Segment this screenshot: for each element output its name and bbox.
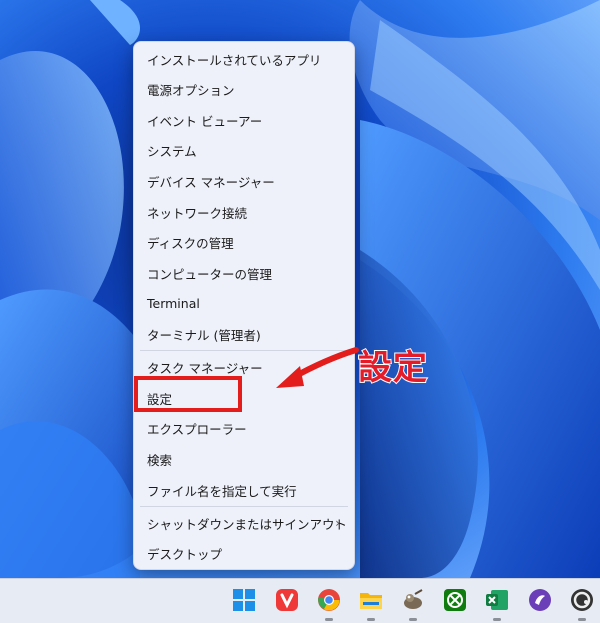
menu-item-installed-apps[interactable]: インストールされているアプリ [134,44,354,74]
app-purple-icon[interactable] [527,587,553,613]
menu-item-system[interactable]: システム [134,135,354,165]
menu-item-file-explorer[interactable]: エクスプローラー [134,413,354,443]
active-indicator [578,618,586,621]
menu-item-label: デスクトップ [147,546,223,562]
xbox-icon[interactable] [442,587,468,613]
menu-item-label: コンピューターの管理 [147,266,273,282]
menu-item-device-manager[interactable]: デバイス マネージャー [134,166,354,196]
menu-item-label: システム [147,143,197,159]
menu-item-label: ファイル名を指定して実行 [147,483,297,499]
menu-item-label: シャットダウンまたはサインアウト [147,516,348,532]
menu-item-terminal[interactable]: Terminal [134,288,354,318]
menu-item-label: デバイス マネージャー [147,174,275,190]
menu-item-label: Terminal [147,295,200,311]
menu-item-network-connections[interactable]: ネットワーク接続 [134,197,354,227]
gimp-icon[interactable] [400,587,426,613]
chrome-icon[interactable] [316,587,342,613]
active-indicator [493,618,501,621]
menu-item-label: 電源オプション [147,82,235,98]
menu-item-label: インストールされているアプリ [147,52,322,68]
chevron-right-icon: › [335,516,340,530]
menu-item-shutdown-signout[interactable]: シャットダウンまたはサインアウト › [134,508,354,538]
active-indicator [367,618,375,621]
excel-icon[interactable] [484,587,510,613]
vivaldi-icon[interactable] [274,587,300,613]
red-arrow-icon [276,347,359,388]
active-indicator [409,618,417,621]
menu-item-event-viewer[interactable]: イベント ビューアー [134,105,354,135]
menu-separator [140,506,348,507]
settings-highlight-box [134,376,242,412]
active-indicator [325,618,333,621]
settings-annotation-label: 設定 [357,347,428,389]
menu-item-search[interactable]: 検索 [134,444,354,474]
menu-item-disk-management[interactable]: ディスクの管理 [134,227,354,257]
menu-item-label: 検索 [147,452,173,468]
menu-item-desktop[interactable]: デスクトップ [134,538,354,568]
taskbar [0,578,600,623]
menu-item-power-options[interactable]: 電源オプション [134,74,354,104]
menu-item-label: エクスプローラー [147,421,247,437]
app-circle-icon[interactable] [569,587,595,613]
file-explorer-icon[interactable] [358,587,384,613]
windows-start-icon[interactable] [231,587,257,613]
winx-context-menu: インストールされているアプリ 電源オプション イベント ビューアー システム デ… [133,41,355,570]
menu-item-label: イベント ビューアー [147,113,263,129]
menu-item-label: ディスクの管理 [147,235,234,251]
menu-item-computer-management[interactable]: コンピューターの管理 [134,258,354,288]
menu-item-label: ネットワーク接続 [147,205,248,221]
menu-item-run[interactable]: ファイル名を指定して実行 [134,475,354,505]
